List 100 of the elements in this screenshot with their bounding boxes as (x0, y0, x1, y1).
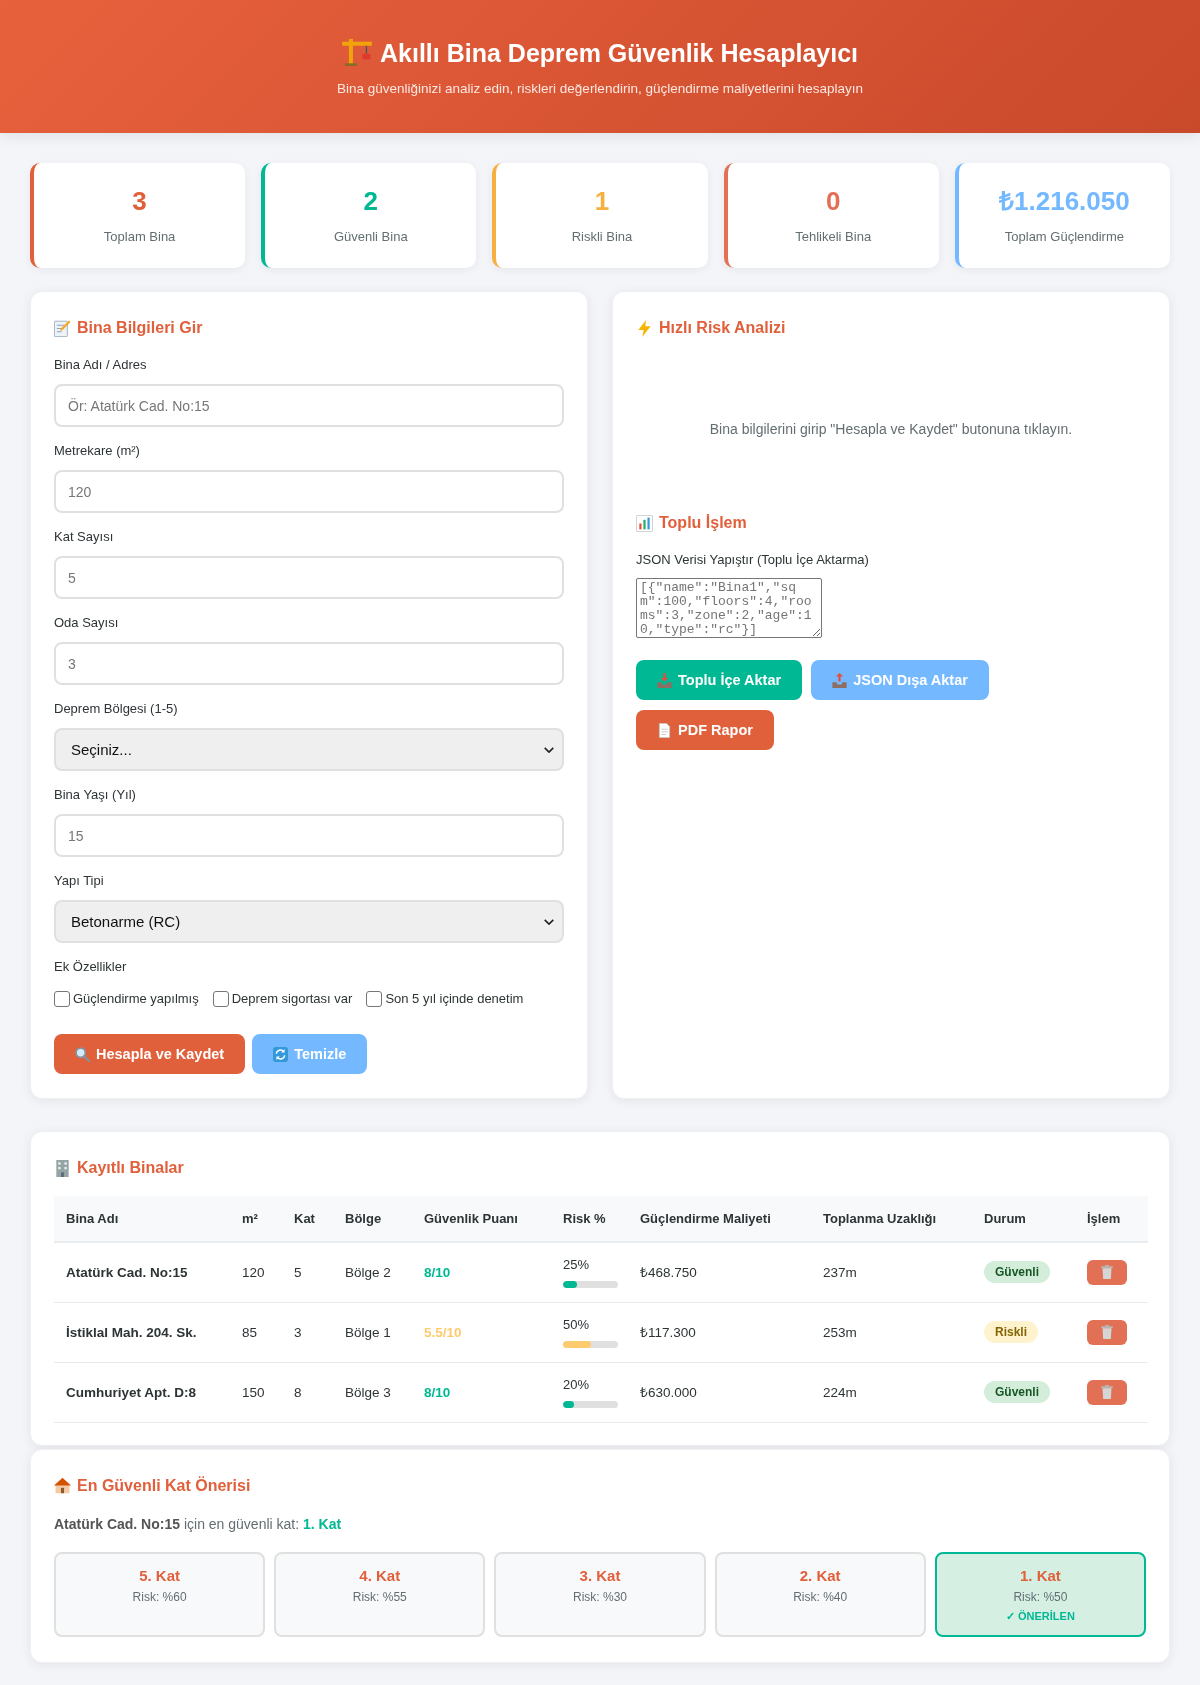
checkbox-label: Son 5 yıl içinde denetim (385, 990, 524, 1008)
column-header: Bölge (333, 1196, 412, 1242)
section-title: Bina Bilgileri Gir (77, 318, 203, 338)
checkbox[interactable] (366, 991, 383, 1007)
floor-risk: Risk: %55 (352, 1589, 407, 1605)
checkbox-label: Güçlendirme yapılmış (73, 990, 199, 1008)
stat-value: 3 (132, 186, 147, 216)
field-label: Deprem Bölgesi (1-5) (54, 700, 179, 717)
column-header: Bina Adı (54, 1196, 230, 1242)
input-field[interactable]: 15 (54, 814, 564, 857)
stat-label: Toplam Güçlendirme (1004, 229, 1124, 245)
floor-risk: Risk: %40 (793, 1589, 848, 1605)
clear-button[interactable]: Temizle (252, 1034, 368, 1074)
column-header: Risk % (551, 1196, 628, 1242)
input-field[interactable]: 3 (54, 642, 564, 685)
field-label: Ek Özellikler (54, 958, 128, 975)
recommendation-text: Atatürk Cad. No:15 için en güvenli kat: 1. Kat (54, 1514, 343, 1534)
json-input-field[interactable]: [{"name":"Bina1","sqm":100,"floors":4,"rooms":3,"zone":2,"age":10,"type":"rc"}] (636, 578, 822, 638)
table-cell: Bölge 3 (333, 1362, 412, 1422)
field-label: Metrekare (m²) (54, 442, 141, 459)
table-cell: 8/10 (412, 1362, 551, 1422)
risk-reading: 20% (563, 1376, 590, 1393)
crane-icon (342, 39, 372, 66)
stat-value: 0 (825, 186, 841, 216)
floor-title: 5. Kat (139, 1565, 180, 1586)
note-pencil-icon (54, 319, 71, 337)
house-icon (54, 1477, 71, 1494)
floor-title: 1. Kat (1019, 1565, 1061, 1586)
recommended-label: ✓ ÖNERİLEN (1005, 1608, 1075, 1623)
table-cell: 8/10 (412, 1242, 551, 1302)
table-cell: İstiklal Mah. 204. Sk. (54, 1302, 230, 1362)
field-label: Kat Sayısı (54, 528, 115, 545)
column-header: Güvenlik Puanı (412, 1196, 551, 1242)
table-cell: 224m (811, 1362, 972, 1422)
checkbox[interactable] (212, 991, 229, 1007)
search-icon (75, 1046, 90, 1062)
inbox-tray-icon (657, 672, 672, 688)
floor-title: 3. Kat (579, 1565, 621, 1586)
input-field[interactable]: Ör: Atatürk Cad. No:15 (54, 384, 564, 427)
table-cell: Atatürk Cad. No:15 (54, 1242, 230, 1302)
column-header: İşlem (1075, 1196, 1148, 1242)
delete-button[interactable] (1087, 1379, 1127, 1405)
trash-icon (1101, 1325, 1113, 1339)
field-label: Oda Sayısı (54, 614, 120, 631)
select-field[interactable]: Betonarme (RC) (54, 900, 564, 943)
floor-title: 4. Kat (359, 1565, 401, 1586)
pdf-report-button[interactable]: PDF Rapor (636, 710, 774, 750)
stat-label: Toplam Bina (103, 229, 176, 245)
stat-value: ₺1.216.050 (999, 186, 1130, 216)
outbox-tray-icon (832, 672, 848, 688)
table-cell: ₺468.750 (628, 1242, 811, 1302)
table-cell: 120 (230, 1242, 282, 1302)
empty-state-message: Bina bilgilerini girip "Hesapla ve Kaydet" butonuna tıklayın. (708, 420, 1074, 439)
floor-risk: Risk: %50 (1013, 1589, 1068, 1605)
stat-label: Güvenli Bina (333, 229, 408, 245)
table-cell: ₺117.300 (628, 1302, 811, 1362)
stat-value: 2 (363, 186, 378, 216)
stat-label: Tehlikeli Bina (795, 229, 872, 245)
checkbox[interactable] (54, 991, 70, 1007)
export-button[interactable]: JSON Dışa Aktar (811, 660, 989, 700)
field-label: Yapı Tipi (54, 872, 105, 889)
refresh-icon (273, 1046, 289, 1062)
select-field[interactable]: Seçiniz... (54, 728, 564, 771)
delete-button[interactable] (1087, 1319, 1127, 1345)
column-header: Güçlendirme Maliyeti (628, 1196, 811, 1242)
calculate-button[interactable]: Hesapla ve Kaydet (54, 1034, 246, 1074)
section-title: En Güvenli Kat Önerisi (77, 1475, 251, 1496)
section-title: Hızlı Risk Analizi (659, 318, 786, 338)
table-cell: 150 (230, 1362, 282, 1422)
field-label: Bina Adı / Adres (54, 356, 148, 373)
risk-reading: 25% (563, 1256, 590, 1273)
table-cell: 5 (282, 1242, 333, 1302)
table-cell: Bölge 2 (333, 1242, 412, 1302)
import-button[interactable]: Toplu İçe Aktar (636, 660, 803, 700)
table-cell: 253m (811, 1302, 972, 1362)
column-header: Toplanma Uzaklığı (811, 1196, 972, 1242)
field-label: Bina Yaşı (Yıl) (54, 786, 137, 803)
page-title: Akıllı Bina Deprem Güvenlik Hesaplayıcı (380, 37, 858, 68)
building-icon (54, 1159, 71, 1177)
table-cell: 5.5/10 (412, 1302, 551, 1362)
stat-value: 1 (594, 186, 610, 216)
section-title: Toplu İşlem (659, 513, 747, 533)
input-field[interactable]: 120 (54, 470, 564, 513)
status-badge: Riskli (984, 1321, 1038, 1343)
table-cell: 85 (230, 1302, 282, 1362)
lightning-icon (636, 319, 653, 337)
trash-icon (1101, 1385, 1113, 1399)
field-label: JSON Verisi Yapıştır (Toplu İçe Aktarma) (636, 551, 870, 568)
table-cell: 8 (282, 1362, 333, 1422)
table-cell: Bölge 1 (333, 1302, 412, 1362)
table-cell: ₺630.000 (628, 1362, 811, 1422)
stat-label: Riskli Bina (571, 229, 633, 245)
bar-chart-icon (636, 514, 653, 532)
input-field[interactable]: 5 (54, 556, 564, 599)
section-title: Kayıtlı Binalar (77, 1158, 184, 1178)
floor-title: 2. Kat (799, 1565, 841, 1586)
document-icon (657, 722, 672, 738)
chevron-icon (544, 746, 554, 753)
delete-button[interactable] (1087, 1259, 1127, 1285)
floor-risk: Risk: %30 (572, 1589, 627, 1605)
